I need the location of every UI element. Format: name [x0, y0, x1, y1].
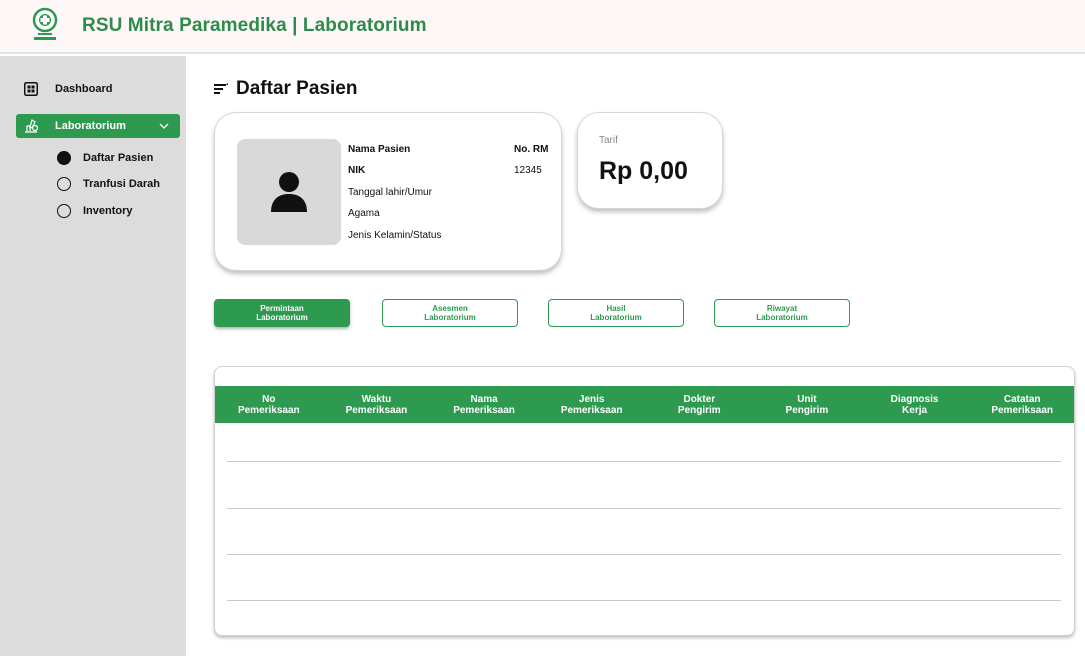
- column-header-text: Pemeriksaan: [453, 404, 515, 416]
- column-header-text: Pemeriksaan: [560, 404, 623, 416]
- column-header-text: Waktu: [361, 393, 392, 405]
- tab-label: Permintaan: [260, 304, 304, 313]
- patient-gender-label: Jenis Kelamin/Status: [348, 230, 442, 241]
- avatar: [237, 139, 341, 245]
- table-header: No Pemeriksaan Waktu Pemeriksaan Nama Pemer…: [215, 386, 1074, 423]
- sidebar-item-label: Laboratorium: [55, 120, 126, 132]
- tab-label: Asesmen: [432, 304, 468, 313]
- radio-unselected-icon: [57, 204, 71, 218]
- tab-permintaan-laboratorium[interactable]: Permintaan Laboratorium: [214, 299, 350, 327]
- tab-riwayat-laboratorium[interactable]: Riwayat Laboratorium: [714, 299, 850, 327]
- column-header-text: Pemeriksaan: [991, 404, 1054, 416]
- column-header-nama-pemeriksaan[interactable]: Nama Pemeriksaan: [430, 386, 538, 423]
- column-header-dokter-pengirim[interactable]: Dokter Pengirim: [646, 386, 754, 423]
- tarif-label: Tarif: [599, 135, 618, 146]
- column-header-waktu-pemeriksaan[interactable]: Waktu Pemeriksaan: [323, 386, 431, 423]
- radio-selected-icon: [57, 151, 71, 165]
- tab-asesmen-laboratorium[interactable]: Asesmen Laboratorium: [382, 299, 518, 327]
- medical-record-value: 12345: [514, 165, 542, 176]
- table-row-divider: [227, 554, 1061, 555]
- sidebar-subitem-daftar-pasien[interactable]: Daftar Pasien: [57, 150, 153, 166]
- column-header-text: Dokter: [683, 393, 716, 405]
- chevron-down-icon[interactable]: [158, 120, 170, 132]
- sidebar-item-dashboard[interactable]: Dashboard: [24, 80, 112, 98]
- column-header-text: Pemeriksaan: [345, 404, 408, 416]
- patient-name-label: Nama Pasien: [348, 144, 411, 155]
- table-row-divider: [227, 508, 1061, 509]
- table-row-divider: [227, 600, 1061, 601]
- tab-hasil-laboratorium[interactable]: Hasil Laboratorium: [548, 299, 684, 327]
- column-header-catatan-pemeriksaan[interactable]: Catatan Pemeriksaan: [968, 386, 1074, 423]
- dashboard-grid-icon: [24, 82, 38, 96]
- tab-label: Laboratorium: [590, 313, 642, 322]
- sidebar-item-laboratorium[interactable]: Laboratorium: [16, 114, 180, 138]
- tab-label: Laboratorium: [256, 313, 308, 322]
- examination-table: No Pemeriksaan Waktu Pemeriksaan Nama Pemer…: [214, 366, 1075, 636]
- tab-label: Laboratorium: [756, 313, 808, 322]
- sidebar-subitem-tranfusi-darah[interactable]: Tranfusi Darah: [57, 176, 160, 192]
- sidebar-item-label: Daftar Pasien: [83, 152, 154, 164]
- patient-religion-label: Agama: [348, 208, 380, 219]
- sidebar-item-label: Inventory: [83, 205, 133, 217]
- column-header-text: Unit: [797, 393, 817, 405]
- column-header-text: Pemeriksaan: [237, 404, 300, 416]
- column-header-text: Catatan: [1003, 393, 1041, 405]
- sidebar-item-label: Dashboard: [55, 83, 113, 95]
- column-header-jenis-pemeriksaan[interactable]: Jenis Pemeriksaan: [538, 386, 646, 423]
- list-menu-icon: [214, 83, 228, 94]
- tab-label: Riwayat: [766, 304, 798, 313]
- sidebar-item-label: Tranfusi Darah: [83, 178, 161, 190]
- column-header-text: Diagnosis: [890, 393, 939, 405]
- table-row-divider: [227, 461, 1061, 462]
- column-header-diagnosis-kerja[interactable]: Diagnosis Kerja: [861, 386, 969, 423]
- page-title: Daftar Pasien: [214, 78, 357, 100]
- app-header: RSU Mitra Paramedika | Laboratorium: [0, 0, 1085, 54]
- tarif-card: Tarif Rp 0,00: [577, 112, 723, 209]
- patient-info-card: Nama Pasien NIK Tanggal lahir/Umur Agama…: [214, 112, 562, 271]
- column-header-text: No: [262, 393, 276, 405]
- column-header-text: Kerja: [902, 404, 928, 416]
- column-header-text: Jenis: [578, 393, 605, 405]
- sidebar: Dashboard Laboratorium Daftar Pasien Tra…: [0, 56, 186, 656]
- hospital-logo-icon[interactable]: [30, 7, 60, 43]
- tab-label: Laboratorium: [424, 313, 476, 322]
- column-header-text: Pengirim: [677, 404, 721, 416]
- patient-dob-label: Tanggal lahir/Umur: [348, 187, 432, 198]
- column-header-no-pemeriksaan[interactable]: No Pemeriksaan: [215, 386, 323, 423]
- lab-microscope-icon: [25, 119, 39, 133]
- tab-label: Hasil: [606, 304, 626, 313]
- tarif-value: Rp 0,00: [599, 157, 688, 185]
- sidebar-subitem-inventory[interactable]: Inventory: [57, 203, 133, 219]
- app-title: RSU Mitra Paramedika | Laboratorium: [82, 15, 427, 36]
- column-header-text: Pengirim: [785, 404, 829, 416]
- page-title-text: Daftar Pasien: [236, 78, 358, 99]
- user-placeholder-icon: [271, 172, 307, 212]
- radio-unselected-icon: [57, 177, 71, 191]
- medical-record-label: No. RM: [514, 144, 549, 155]
- column-header-text: Nama: [470, 393, 498, 405]
- column-header-unit-pengirim[interactable]: Unit Pengirim: [753, 386, 861, 423]
- patient-nik-label: NIK: [348, 165, 366, 176]
